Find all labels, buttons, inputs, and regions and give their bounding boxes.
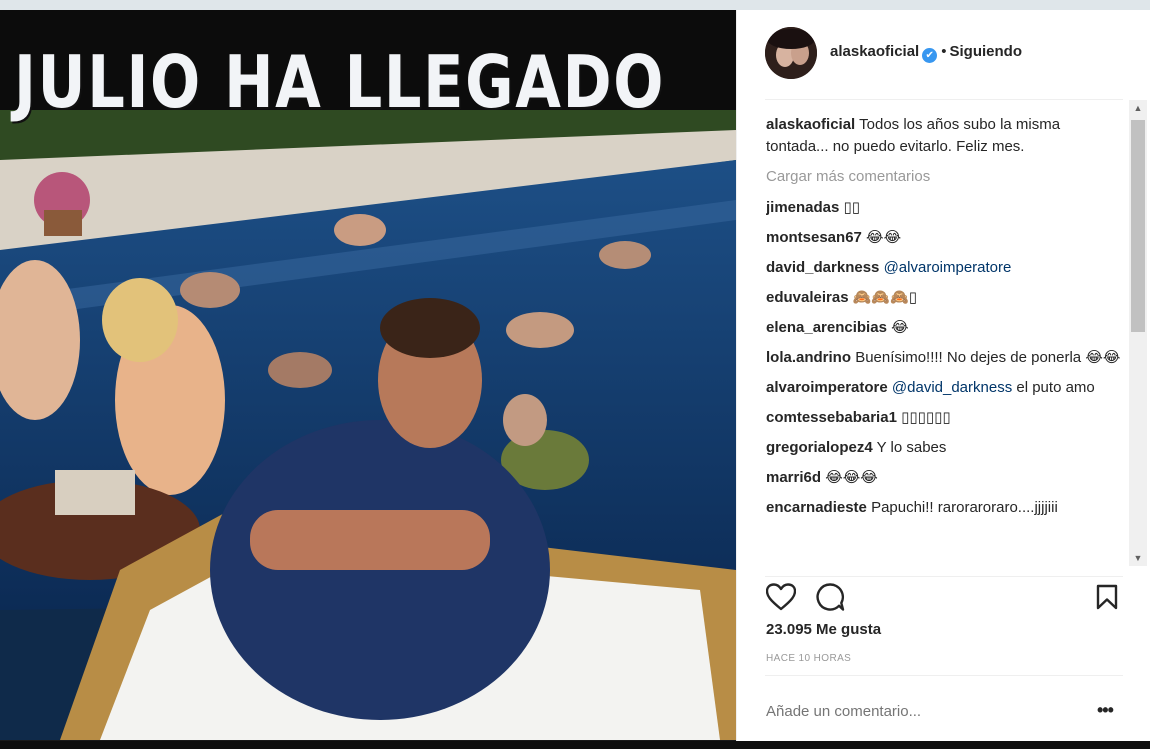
bottom-edge [0, 741, 1150, 749]
comment-item: encarnadieste Papuchi!! raroraroraro....… [766, 497, 1124, 519]
comment-text: 🙈🙈🙈▯ [852, 289, 918, 306]
header-divider [765, 99, 1123, 100]
comment-item: jimenadas ▯▯ [766, 197, 1124, 219]
comments-scrollbar[interactable]: ▲ ▼ [1129, 100, 1147, 566]
header-separator: • [941, 43, 947, 60]
scroll-down-arrow-icon[interactable]: ▼ [1129, 550, 1147, 566]
comment-username[interactable]: david_darkness [766, 259, 879, 276]
comment-item: montsesan67 😂😂 [766, 227, 1124, 249]
verified-badge-icon: ✔ [922, 48, 938, 63]
comment-username[interactable]: eduvaleiras [766, 289, 849, 306]
comment-item: gregorialopez4 Y lo sabes [766, 437, 1124, 459]
comment-text: Buenísimo!!!! No dejes de ponerla 😂😂 [855, 349, 1121, 366]
comment-text: ▯▯▯▯▯▯ [901, 409, 951, 426]
comment-username[interactable]: alvaroimperatore [766, 379, 888, 396]
scrollbar-thumb[interactable] [1131, 120, 1145, 332]
comment-text: el puto amo [1016, 379, 1095, 396]
comment-item: alvaroimperatore @david_darkness el puto… [766, 377, 1124, 399]
comment-item: david_darkness @alvaroimperatore [766, 257, 1124, 279]
comments-list[interactable]: alaskaoficial Todos los años subo la mis… [766, 114, 1124, 566]
comment-item: eduvaleiras 🙈🙈🙈▯ [766, 287, 1124, 309]
comment-item: marri6d 😂😂😂 [766, 467, 1124, 489]
post-header: alaskaoficial ✔ • Siguiendo [737, 10, 1150, 100]
scroll-up-arrow-icon[interactable]: ▲ [1129, 100, 1147, 116]
comment-username[interactable]: lola.andrino [766, 349, 851, 366]
comment-username[interactable]: gregorialopez4 [766, 439, 873, 456]
load-more-comments-link[interactable]: Cargar más comentarios [766, 166, 1124, 188]
header-username[interactable]: alaskaoficial [830, 43, 919, 60]
post-caption: alaskaoficial Todos los años subo la mis… [766, 114, 1124, 158]
post-photo[interactable]: JULIO HA LLEGADO [0, 10, 736, 740]
comment-username[interactable]: encarnadieste [766, 499, 867, 516]
more-options-icon[interactable]: ••• [1097, 700, 1114, 721]
comment-mention-link[interactable]: @david_darkness [892, 379, 1012, 396]
comment-item: lola.andrino Buenísimo!!!! No dejes de p… [766, 347, 1124, 369]
comment-item: elena_arencibias 😂 [766, 317, 1124, 339]
photo-caption-text: JULIO HA LLEGADO [14, 40, 666, 124]
caption-username[interactable]: alaskaoficial [766, 116, 855, 133]
instagram-post-window: JULIO HA LLEGADO alaskaoficial ✔ • Siguiend… [0, 0, 1150, 749]
add-comment-divider [765, 675, 1123, 676]
comment-text: 😂😂😂 [825, 469, 878, 486]
comment-username[interactable]: elena_arencibias [766, 319, 887, 336]
post-timestamp: HACE 10 HORAS [766, 653, 852, 664]
heart-icon[interactable] [765, 580, 797, 614]
avatar-image [765, 27, 817, 79]
comment-username[interactable]: montsesan67 [766, 229, 862, 246]
comment-icon[interactable] [814, 580, 846, 614]
comment-text: 😂😂 [866, 229, 902, 246]
comment-text: ▯▯ [843, 199, 861, 216]
post-actions [765, 580, 1125, 620]
comment-text: 😂 [891, 319, 909, 336]
bookmark-icon[interactable] [1091, 580, 1123, 614]
top-edge [0, 0, 1150, 10]
comment-text: Y lo sabes [876, 439, 947, 456]
comment-item: comtessebabaria1 ▯▯▯▯▯▯ [766, 407, 1124, 429]
comment-text: Papuchi!! raroraroraro....jjjjiii [871, 499, 1058, 516]
following-button[interactable]: Siguiendo [950, 43, 1023, 60]
likes-count[interactable]: 23.095 Me gusta [766, 621, 881, 638]
add-comment-input[interactable] [766, 703, 1066, 720]
comment-mention-link[interactable]: @alvaroimperatore [884, 259, 1012, 276]
comment-username[interactable]: marri6d [766, 469, 821, 486]
comment-username[interactable]: jimenadas [766, 199, 839, 216]
header-text: alaskaoficial ✔ • Siguiendo [830, 43, 1022, 63]
post-side-panel: alaskaoficial ✔ • Siguiendo alaskaoficial T… [736, 10, 1150, 741]
comment-username[interactable]: comtessebabaria1 [766, 409, 897, 426]
actions-divider [765, 576, 1123, 577]
avatar[interactable] [765, 27, 817, 79]
